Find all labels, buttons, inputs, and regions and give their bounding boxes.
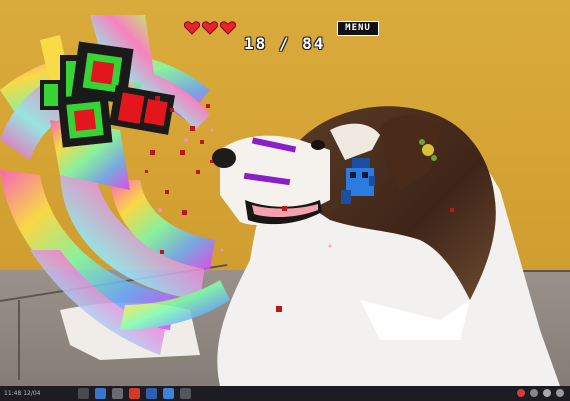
terminal-icon[interactable] [112, 388, 123, 399]
taskbar-status-text: 11:48 12/04 [4, 390, 41, 397]
media-icon[interactable] [129, 388, 140, 399]
heart-icon [220, 21, 236, 35]
game-window-icon[interactable] [146, 388, 157, 399]
lives-display [184, 21, 236, 35]
game-stage[interactable]: 18 / 84 MENU [0, 0, 570, 386]
alert-icon[interactable] [517, 389, 525, 397]
battery-icon[interactable] [556, 389, 564, 397]
chat-icon[interactable] [163, 388, 174, 399]
game-hud: 18 / 84 MENU [0, 10, 570, 53]
heart-icon [184, 21, 200, 35]
browser-icon[interactable] [95, 388, 106, 399]
score-counter: 18 / 84 [244, 34, 326, 53]
system-tray [517, 389, 564, 397]
settings-icon[interactable] [180, 388, 191, 399]
file-explorer-icon[interactable] [78, 388, 89, 399]
taskbar-apps [78, 388, 191, 399]
volume-icon[interactable] [543, 389, 551, 397]
os-taskbar: 11:48 12/04 [0, 386, 570, 401]
game-scene [0, 15, 560, 386]
heart-icon [202, 21, 218, 35]
menu-button[interactable]: MENU [337, 21, 379, 36]
network-icon[interactable] [530, 389, 538, 397]
